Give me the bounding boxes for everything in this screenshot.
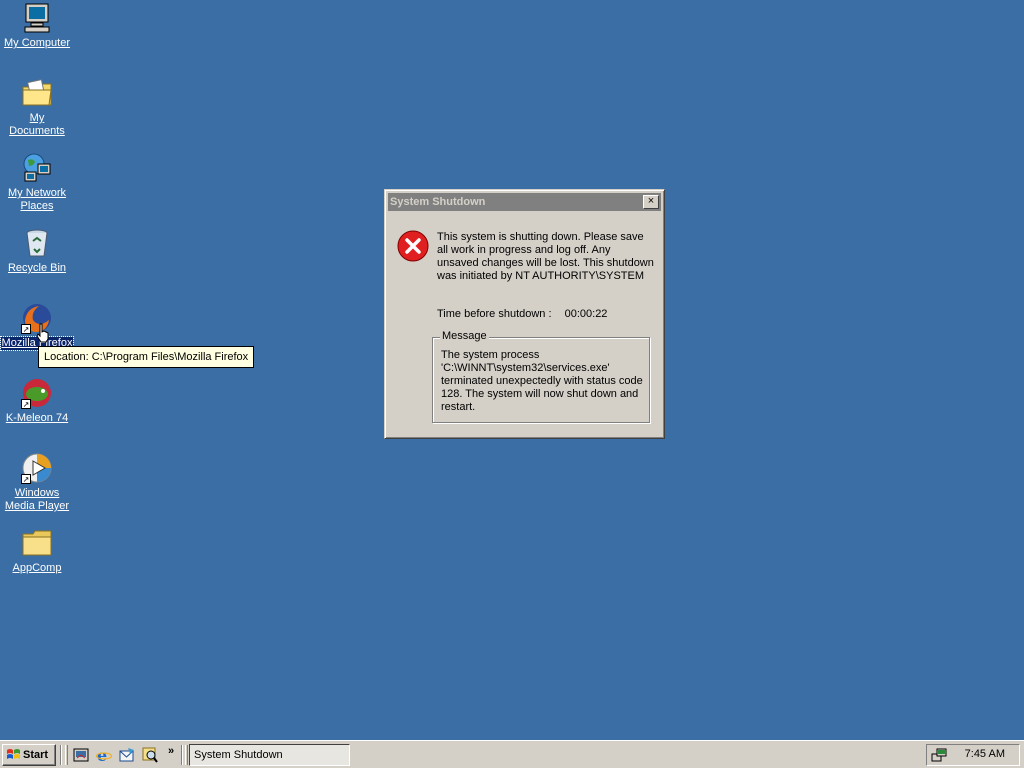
desktop-icon-label: Windows Media Player bbox=[4, 487, 70, 512]
desktop-icon-label: Recycle Bin bbox=[7, 262, 67, 274]
search-icon[interactable] bbox=[142, 747, 158, 763]
svg-text:e: e bbox=[97, 747, 107, 763]
k-meleon-icon: ↗ bbox=[21, 377, 53, 409]
desktop-icon-label: My Network Places bbox=[7, 187, 67, 212]
start-label: Start bbox=[23, 749, 49, 761]
network-places-icon bbox=[21, 152, 53, 184]
tooltip: Location: C:\Program Files\Mozilla Firef… bbox=[38, 346, 255, 368]
task-area-grip[interactable] bbox=[185, 745, 188, 765]
desktop-icon-windows-media-player[interactable]: ↗ Windows Media Player bbox=[0, 452, 74, 513]
desktop-icon-recycle-bin[interactable]: Recycle Bin bbox=[0, 227, 74, 275]
taskbar: Start e » System Shutdown 7:45 AM bbox=[0, 740, 1024, 768]
quick-launch-grip[interactable] bbox=[65, 745, 68, 765]
desktop-icon-appcomp[interactable]: AppComp bbox=[0, 527, 74, 575]
system-tray: 7:45 AM bbox=[926, 744, 1020, 766]
system-shutdown-dialog: System Shutdown × This system is shuttin… bbox=[384, 189, 665, 439]
dialog-message: This system is shutting down. Please sav… bbox=[437, 231, 654, 282]
clock[interactable]: 7:45 AM bbox=[965, 748, 1005, 760]
show-desktop-icon[interactable] bbox=[73, 747, 89, 763]
media-player-icon: ↗ bbox=[21, 452, 53, 484]
shortcut-arrow-icon: ↗ bbox=[21, 324, 31, 334]
shortcut-arrow-icon: ↗ bbox=[21, 399, 31, 409]
desktop-icon-label: AppComp bbox=[12, 562, 62, 574]
desktop-icon-label: My Documents bbox=[9, 112, 65, 137]
groupbox-title: Message bbox=[440, 330, 489, 342]
computer-icon bbox=[21, 2, 53, 34]
quick-launch-more-button[interactable]: » bbox=[168, 745, 174, 757]
recycle-bin-icon bbox=[21, 227, 53, 259]
time-before-shutdown: Time before shutdown : 00:00:22 bbox=[437, 308, 607, 320]
start-button[interactable]: Start bbox=[2, 744, 56, 766]
desktop-icon-label: K-Meleon 74 bbox=[5, 412, 69, 424]
hand-cursor-icon bbox=[36, 323, 49, 343]
time-label: Time before shutdown : bbox=[437, 308, 552, 320]
taskbar-button-system-shutdown[interactable]: System Shutdown bbox=[189, 744, 350, 766]
task-label: System Shutdown bbox=[194, 749, 283, 761]
desktop-icon-my-computer[interactable]: My Computer bbox=[0, 2, 74, 50]
internet-explorer-icon[interactable]: e bbox=[96, 747, 112, 763]
desktop-icon-my-network-places[interactable]: My Network Places bbox=[0, 152, 74, 213]
desktop-icon-my-documents[interactable]: My Documents bbox=[0, 77, 74, 138]
dialog-titlebar[interactable]: System Shutdown × bbox=[388, 193, 661, 211]
outlook-express-icon[interactable] bbox=[119, 747, 135, 763]
groupbox-message: The system process 'C:\WINNT\system32\se… bbox=[441, 349, 643, 413]
close-icon: × bbox=[647, 195, 655, 207]
shortcut-arrow-icon: ↗ bbox=[21, 474, 31, 484]
error-x-icon bbox=[397, 230, 429, 262]
desktop-icon-k-meleon[interactable]: ↗ K-Meleon 74 bbox=[0, 377, 74, 425]
time-value: 00:00:22 bbox=[564, 308, 608, 320]
documents-folder-icon bbox=[21, 77, 53, 109]
network-connection-icon[interactable] bbox=[931, 747, 947, 763]
desktop-icon-label: My Computer bbox=[3, 37, 71, 49]
taskbar-separator bbox=[181, 745, 183, 765]
dialog-title: System Shutdown bbox=[390, 196, 486, 208]
message-groupbox: Message The system process 'C:\WINNT\sys… bbox=[432, 330, 650, 423]
close-button[interactable]: × bbox=[643, 195, 659, 209]
folder-icon bbox=[21, 527, 53, 559]
desktop: My Computer My Documents My Network Plac… bbox=[0, 0, 1024, 740]
taskbar-separator bbox=[60, 745, 62, 765]
windows-logo-icon bbox=[7, 749, 20, 759]
